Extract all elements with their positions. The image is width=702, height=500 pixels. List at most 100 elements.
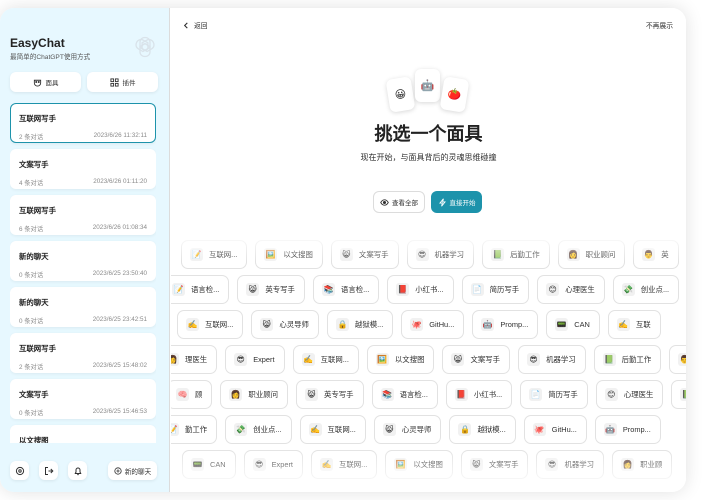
mask-chip[interactable]: 📄 简历写手 — [520, 380, 588, 409]
mask-chip[interactable]: 😎 Expert — [225, 345, 285, 374]
mask-name: 英专写手 — [323, 390, 354, 399]
back-button[interactable]: 返回 — [183, 20, 208, 30]
start-label: 直接开始 — [449, 200, 476, 207]
view-all-button[interactable]: 查看全部 — [373, 191, 425, 213]
mask-button-label: 面具 — [45, 80, 59, 87]
mask-name: 后勤工作 — [621, 355, 652, 364]
new-chat-button[interactable]: 新的聊天 — [108, 461, 157, 480]
mask-chip[interactable]: 🖼️ 以文搜图 — [385, 450, 453, 479]
mask-chip[interactable]: ✍️ 互联 — [607, 310, 661, 339]
mask-chip[interactable]: 😸 英专写手 — [237, 275, 305, 304]
mask-chip[interactable]: 🔒 越狱模... — [326, 310, 394, 339]
mask-chip[interactable]: ✍️ 互联网... — [177, 310, 244, 339]
mask-chip[interactable]: 🖼️ 以文搜图 — [255, 240, 323, 269]
mask-chip[interactable]: 📗 后勤工作 — [482, 240, 550, 269]
mask-name: 越狱模... — [354, 320, 384, 329]
mask-chip[interactable]: 👩 职业顾问 — [557, 240, 626, 269]
settings-button[interactable] — [10, 461, 29, 480]
mask-avatar-icon: 😊 — [546, 283, 560, 296]
mask-avatar-icon: 🖼️ — [394, 458, 408, 471]
mask-avatar-icon: 👩 — [566, 248, 580, 261]
mask-chip[interactable]: 📗 后勤工作 — [593, 345, 662, 374]
mask-chip[interactable]: 😸 文案写手 — [460, 450, 529, 479]
mask-chip[interactable]: 😎 机器学习 — [406, 240, 475, 269]
mask-chip[interactable]: 🧠 顾 — [171, 380, 213, 409]
mask-chip[interactable]: 🐙 GitHu... — [401, 310, 465, 339]
mask-chip[interactable]: 😸 心灵导师 — [373, 415, 442, 444]
mask-chip[interactable]: 👨职 — [669, 345, 686, 374]
chat-item[interactable]: 互联网写手 6 条对话 2023/6/26 01:08:34 — [10, 195, 156, 235]
mask-button[interactable]: 面具 — [10, 72, 81, 92]
chat-item[interactable]: 以文搜图 — [10, 425, 156, 443]
chat-item[interactable]: 互联网写手 2 条对话 2023/6/25 15:48:02 — [10, 333, 156, 373]
mask-chip[interactable]: 🤖 Promp... — [472, 310, 539, 339]
mask-chip[interactable]: 😎 机器学习 — [536, 450, 605, 479]
mask-chip[interactable]: 📕 小红书... — [387, 275, 454, 304]
mask-chip[interactable]: 🐙 GitHu... — [523, 415, 587, 444]
mask-chip[interactable]: 🖼️ 以文搜图 — [366, 345, 435, 374]
mask-chip[interactable]: 📗后 — [671, 380, 686, 409]
mask-name: 职业顾 — [640, 460, 663, 469]
chat-title: 新的聊天 — [19, 298, 49, 307]
start-button[interactable]: 直接开始 — [431, 191, 482, 213]
mask-chip[interactable]: 📟 CAN — [546, 310, 600, 339]
chat-item[interactable]: 新的聊天 0 条对话 2023/6/25 23:42:51 — [10, 287, 156, 327]
mask-chip[interactable]: ✍️ 互联网... — [299, 415, 366, 444]
chat-item[interactable]: 文案写手 4 条对话 2023/6/26 01:11:20 — [10, 149, 156, 189]
mask-avatar-icon: 👩 — [171, 353, 179, 366]
mask-chip[interactable]: 💸 创业点... — [612, 275, 680, 304]
mask-name: 互联网... — [320, 355, 349, 364]
mask-chip[interactable]: ✍️ 互联网... — [292, 345, 359, 374]
mask-name: 机器学习 — [546, 355, 576, 364]
mask-chip[interactable]: ✍️ 互联网... — [310, 450, 378, 479]
mask-chip[interactable]: 😸 文案写手 — [442, 345, 511, 374]
mask-chip[interactable]: 📚 语言检... — [371, 380, 438, 409]
mask-chip[interactable]: 😸 文案写手 — [330, 240, 399, 269]
mask-name: 互联网... — [338, 460, 368, 469]
export-button[interactable] — [39, 461, 58, 480]
mask-avatar-icon: 👨 — [678, 353, 686, 366]
mask-chip[interactable]: 📝 语言检... — [171, 275, 230, 304]
mask-name: 互联 — [635, 320, 651, 329]
mask-chip[interactable]: 📕 小红书... — [445, 380, 513, 409]
notification-button[interactable] — [68, 461, 87, 480]
mask-chip[interactable]: 😸 心灵导师 — [251, 310, 319, 339]
mask-avatar-icon: 📚 — [321, 283, 335, 296]
mask-avatar-icon: 📄 — [529, 388, 543, 401]
mask-icon — [33, 79, 41, 86]
mask-chip[interactable]: 📝 勤工作 — [171, 415, 218, 444]
mask-chip[interactable]: 📄 简历写手 — [461, 275, 530, 304]
mask-chip[interactable]: 😸 英专写手 — [295, 380, 364, 409]
plugin-button[interactable]: 插件 — [87, 72, 158, 92]
mask-chip[interactable]: 😎 机器学习 — [518, 345, 586, 374]
mask-chip[interactable]: 👩 理医生 — [171, 345, 218, 374]
mask-chip[interactable]: 📟 CAN — [182, 450, 236, 479]
mask-name: 语言检... — [399, 390, 428, 399]
mask-chip[interactable]: 💸 创业点... — [225, 415, 292, 444]
mask-chip[interactable]: 😊 心理医生 — [595, 380, 664, 409]
mask-avatar-icon: 📗 — [602, 353, 616, 366]
mask-avatar-icon: 📚 — [380, 388, 394, 401]
mask-chip[interactable]: 🤖 Promp... — [594, 415, 661, 444]
mask-name: CAN — [210, 460, 226, 469]
back-label: 返回 — [194, 23, 208, 30]
mask-name: 互联网... — [209, 250, 238, 259]
chat-item[interactable]: 文案写手 0 条对话 2023/6/25 15:46:53 — [10, 379, 156, 419]
chat-item[interactable]: 新的聊天 0 条对话 2023/6/25 23:50:40 — [10, 241, 156, 281]
mask-chip[interactable]: 😎 Expert — [243, 450, 303, 479]
mask-chip[interactable]: 🔒 越狱模... — [449, 415, 516, 444]
mask-chip[interactable]: 👩 职业顾 — [612, 450, 673, 479]
mask-chip[interactable]: 📝 互联网... — [181, 240, 248, 269]
mask-chip[interactable]: 📚 语言检... — [312, 275, 380, 304]
openai-logo-icon — [135, 36, 155, 58]
mask-chip[interactable]: 👩 职业顾问 — [220, 380, 288, 409]
mask-chip[interactable]: 👨 英 — [633, 240, 679, 269]
mask-chip[interactable]: 😊 心理医生 — [537, 275, 605, 304]
page-title: 挑选一个面具 — [374, 124, 483, 144]
dont-show-again-link[interactable]: 不再展示 — [646, 20, 673, 30]
chat-title: 文案写手 — [19, 390, 49, 399]
chat-message-count: 2 条对话 — [19, 364, 44, 371]
chat-item[interactable]: 互联网写手 2 条对话 2023/6/26 11:32:11 — [10, 103, 156, 143]
tomato-icon: 🍅 — [446, 87, 463, 102]
mask-avatar-icon: 🤖 — [603, 423, 617, 436]
